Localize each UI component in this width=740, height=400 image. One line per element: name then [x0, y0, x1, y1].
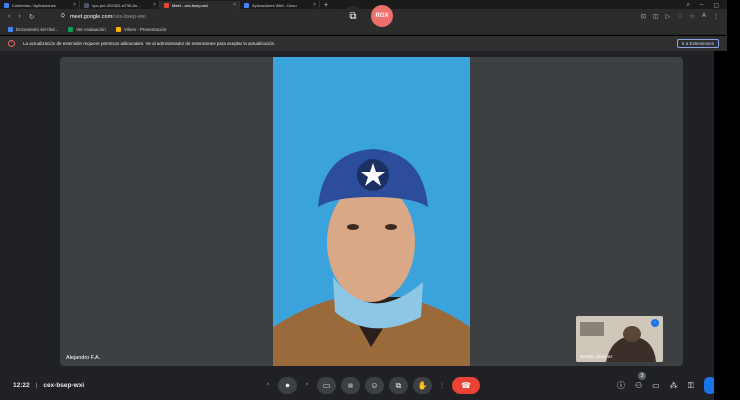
screen-share-overlay: ⧉ RGX	[343, 5, 393, 27]
meet-area: Alejandro F.A. ◦ Renato Jimenez 12:22 | …	[0, 51, 727, 400]
page-scrollbar[interactable]	[714, 51, 727, 400]
tab-label: Meet - cex-bsep-wxi	[172, 2, 208, 8]
restore-icon[interactable]: ▢	[713, 2, 719, 9]
reload-icon[interactable]: ↻	[29, 13, 35, 21]
favorite-icon[interactable]: ♡	[677, 13, 682, 20]
bookmark-icon[interactable]: ☆	[690, 13, 695, 20]
tab-favicon-icon	[84, 2, 89, 8]
participant-name: Alejandro F.A.	[66, 355, 101, 361]
bookmark-favicon-icon	[115, 26, 121, 32]
self-view-tile[interactable]: ◦ Renato Jimenez	[574, 314, 665, 364]
participant-camera-image	[273, 57, 470, 366]
right-controls: ⓘ ⚇ 3 ▭ ⁂ ⚿	[617, 372, 716, 394]
raise-hand-button[interactable]: ✋	[413, 377, 432, 394]
warning-icon: !	[8, 40, 15, 47]
tab-label: upc-pre-202402-si730-8n...	[92, 2, 141, 8]
camera-icon: ▭	[322, 381, 331, 390]
bookmark-item[interactable]: Vilnes - Presentación	[115, 26, 167, 32]
cast-icon[interactable]: ⊡	[641, 13, 646, 20]
screenshot-icon[interactable]: ◫	[653, 13, 659, 20]
present-button[interactable]: ⧉	[389, 377, 408, 394]
close-tab-icon[interactable]: ×	[313, 2, 316, 8]
user-avatar[interactable]: RGX	[371, 5, 393, 27]
participants-count-badge: 3	[638, 372, 646, 380]
close-tab-icon[interactable]: ×	[73, 2, 76, 8]
tab-favicon-icon	[164, 2, 169, 8]
bookmark-item[interactable]: Documento sin títul...	[8, 26, 59, 32]
meeting-details-icon[interactable]: ⓘ	[617, 380, 625, 391]
present-icon: ⧉	[395, 380, 402, 390]
people-icon: ⚇	[635, 381, 643, 390]
captions-button[interactable]: ▤	[341, 377, 360, 394]
participant-video	[273, 57, 470, 366]
window-controls: ⌕ – ▢	[687, 2, 727, 9]
hand-icon: ✋	[417, 381, 428, 390]
tab-favicon-icon	[4, 2, 9, 8]
bookmark-favicon-icon	[68, 26, 74, 32]
tab-favicon-icon	[244, 2, 249, 8]
tab-aplicaciones-web[interactable]: Aplicaciones Web - Docu ×	[240, 1, 320, 9]
close-tab-icon[interactable]: ×	[233, 2, 236, 8]
tab-upc[interactable]: upc-pre-202402-si730-8n... ×	[80, 1, 160, 9]
bookmark-label: Vilnes - Presentación	[123, 26, 167, 32]
meet-controls-bar: 12:22 | cex-bsep-wxi ^ ⏺ ^ ▭ ▤ ☺ ⧉ ✋ ⋮ ☎…	[0, 371, 727, 400]
site-info-icon[interactable]: ⛭	[61, 13, 65, 20]
emoji-icon: ☺	[370, 381, 379, 390]
pip-icon: ⧉	[349, 10, 357, 22]
meeting-time: 12:22	[13, 382, 30, 389]
meeting-info: 12:22 | cex-bsep-wxi	[13, 382, 84, 389]
mic-button[interactable]: ⏺	[278, 377, 297, 394]
meeting-code: cex-bsep-wxi	[43, 382, 85, 389]
bookmark-label: Documento sin títul...	[16, 26, 59, 32]
center-controls: ^ ⏺ ^ ▭ ▤ ☺ ⧉ ✋ ⋮ ☎	[263, 377, 480, 394]
translate-icon[interactable]: A	[702, 13, 706, 20]
end-call-icon: ☎	[461, 381, 471, 390]
more-options-button[interactable]: ⋮	[437, 377, 447, 394]
self-name: Renato Jimenez	[580, 354, 613, 359]
address-bar[interactable]: ⛭ meet.google.com /cex-bsep-wxi	[55, 12, 615, 22]
back-icon[interactable]: ‹	[8, 13, 10, 20]
audio-options-chevron-icon[interactable]: ^	[263, 377, 273, 394]
extension-infobar: ! La actualización de extensión requiere…	[0, 36, 727, 51]
menu-icon[interactable]: ⋮	[713, 13, 719, 20]
search-tabs-icon[interactable]: ⌕	[687, 2, 690, 9]
play-icon[interactable]: ▷	[666, 13, 671, 20]
leave-call-button[interactable]: ☎	[452, 377, 480, 394]
minimize-icon[interactable]: –	[700, 2, 703, 9]
forward-icon[interactable]: ›	[18, 13, 20, 20]
host-controls-icon[interactable]: ⚿	[688, 381, 694, 391]
url-domain: meet.google.com	[69, 13, 113, 20]
camera-button[interactable]: ▭	[317, 377, 336, 394]
bookmark-label: Ver evaluación	[76, 26, 106, 32]
tab-meet[interactable]: Meet - cex-bsep-wxi ×	[160, 1, 240, 9]
infobar-message: La actualización de extensión requiere p…	[23, 41, 276, 46]
url-path: /cex-bsep-wxi	[112, 13, 146, 20]
chat-icon[interactable]: ▭	[652, 381, 660, 390]
go-to-extensions-button[interactable]: Ir a Extensiones	[676, 39, 719, 48]
speaking-indicator-icon: ◦	[651, 319, 659, 327]
bookmark-favicon-icon	[8, 26, 13, 32]
video-options-chevron-icon[interactable]: ^	[302, 377, 312, 394]
people-button[interactable]: ⚇ 3	[635, 372, 646, 390]
tab-label: Aplicaciones Web - Docu	[252, 2, 297, 8]
close-tab-icon[interactable]: ×	[153, 2, 156, 8]
emoji-button[interactable]: ☺	[365, 377, 384, 394]
tab-contenido[interactable]: Contenido / Aplicaciones ×	[0, 1, 80, 9]
captions-icon: ▤	[348, 382, 353, 389]
picture-in-picture-button[interactable]: ⧉	[343, 6, 363, 26]
bookmark-item[interactable]: Ver evaluación	[68, 26, 106, 32]
tab-label: Contenido / Aplicaciones	[12, 2, 56, 8]
new-tab-button[interactable]: +	[320, 2, 332, 9]
activities-icon[interactable]: ⁂	[670, 381, 678, 390]
mic-icon: ⏺	[285, 380, 290, 390]
meeting-separator: |	[35, 382, 38, 389]
toolbar-icons: ⊡ ◫ ▷ ♡ ☆ A ⋮	[641, 13, 719, 20]
